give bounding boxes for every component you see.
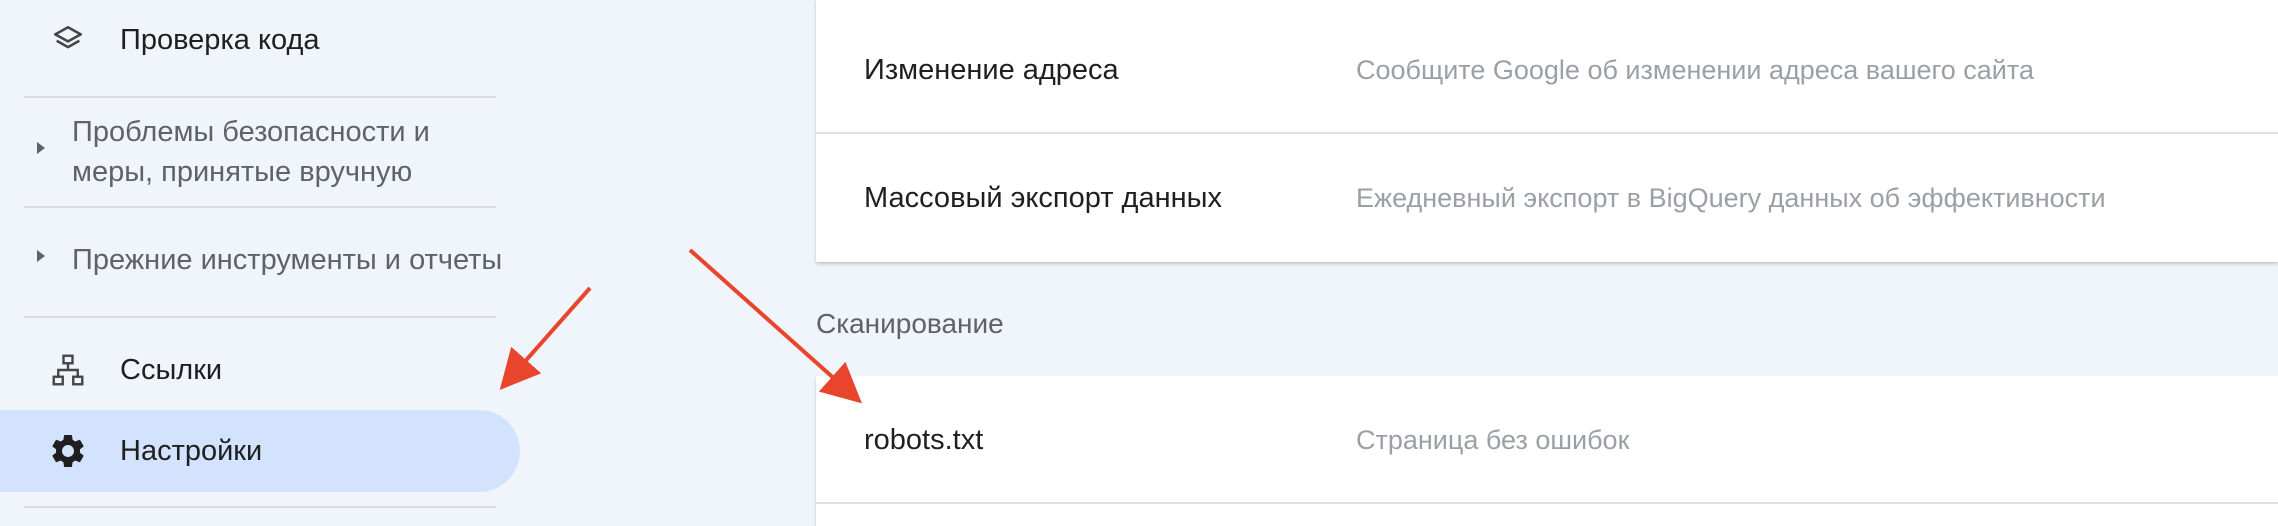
settings-row-change-of-address[interactable]: Изменение адреса Сообщите Google об изме… <box>816 6 2278 134</box>
sidebar-item-code-check[interactable]: Проверка кода <box>0 8 520 72</box>
row-description: Сообщите Google об изменении адреса ваше… <box>1356 55 2034 85</box>
row-title: Изменение адреса <box>864 54 1119 86</box>
gear-icon <box>48 431 88 471</box>
row-title: Массовый экспорт данных <box>864 182 1222 214</box>
caret-right-icon <box>37 142 45 154</box>
sidebar-item-label: Ссылки <box>120 353 223 386</box>
sidebar-item-label: Настройки <box>120 434 263 467</box>
crawling-settings-card: robots.txt Страница без ошибок <box>816 376 2278 526</box>
section-title-crawling: Сканирование <box>816 308 1004 339</box>
sidebar-item-links[interactable]: Ссылки <box>0 338 520 402</box>
row-description: Страница без ошибок <box>1356 425 1630 455</box>
sidebar-group-label: Прежние инструменты и отчеты <box>72 244 503 276</box>
sidebar-group-label-line2: меры, принятые вручную <box>72 156 413 188</box>
sidebar-group-security[interactable]: Проблемы безопасности и меры, принятые в… <box>0 108 520 204</box>
sidebar-divider <box>24 316 496 318</box>
sidebar-divider <box>24 206 496 208</box>
row-title: robots.txt <box>864 424 984 456</box>
row-description: Ежедневный экспорт в BigQuery данных об … <box>1356 183 2106 213</box>
sitemap-icon <box>48 350 88 390</box>
sidebar-divider <box>24 506 496 508</box>
general-settings-card: Изменение адреса Сообщите Google об изме… <box>816 0 2278 262</box>
sidebar-group-legacy-tools[interactable]: Прежние инструменты и отчеты <box>0 224 520 296</box>
sidebar-item-label: Проверка кода <box>120 23 320 56</box>
settings-row-robots-txt[interactable]: robots.txt Страница без ошибок <box>816 376 2278 504</box>
sidebar-divider <box>24 96 496 98</box>
caret-right-icon <box>37 250 45 262</box>
sidebar: Проверка кода Проблемы безопасности и ме… <box>0 0 540 512</box>
sidebar-item-settings[interactable]: Настройки <box>0 410 520 492</box>
settings-row-bulk-export[interactable]: Массовый экспорт данных Ежедневный экспо… <box>816 134 2278 262</box>
sidebar-group-label-line1: Проблемы безопасности и <box>72 116 430 148</box>
layers-icon <box>48 20 88 60</box>
